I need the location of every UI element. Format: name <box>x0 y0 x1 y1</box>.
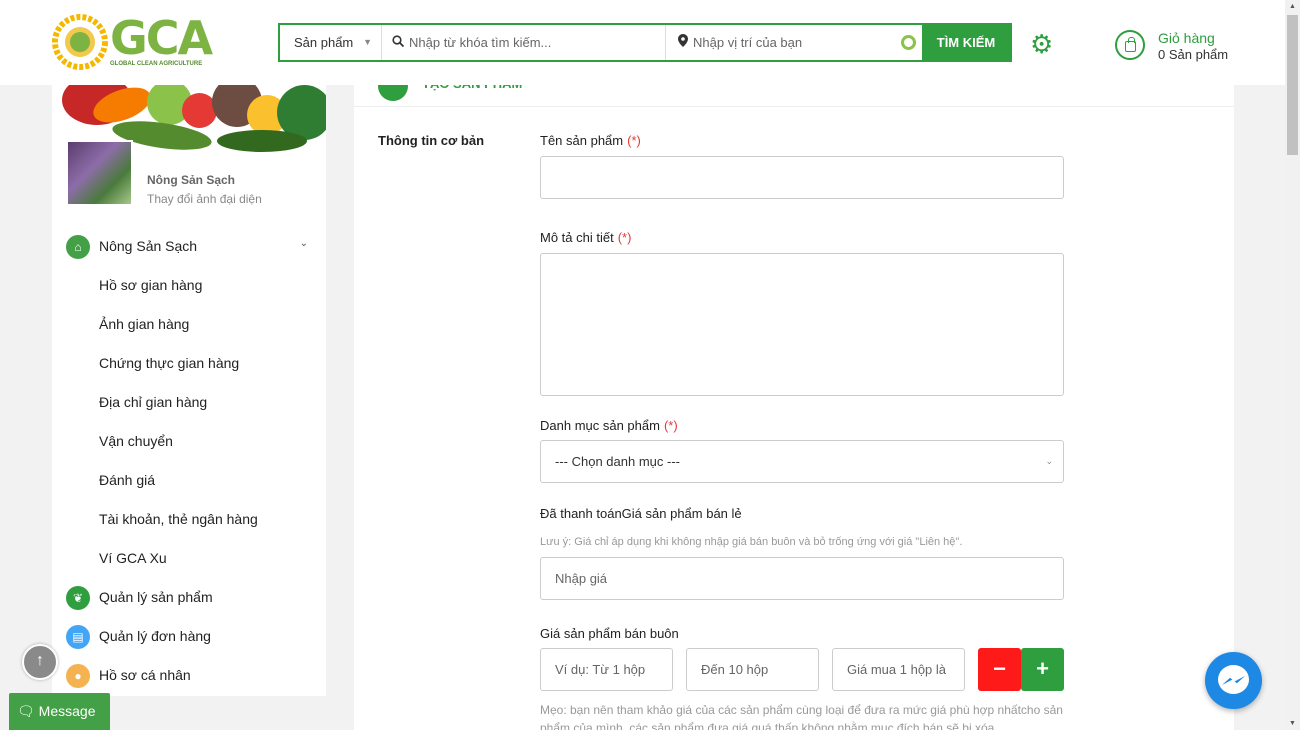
wholesale-from-input[interactable]: Ví dụ: Từ 1 hộp <box>540 648 673 691</box>
sidebar-item-shop-photos[interactable]: Ảnh gian hàng <box>52 305 326 344</box>
retail-price-placeholder: Nhập giá <box>555 571 608 586</box>
sidebar-item-bank-account[interactable]: Tài khoản, thẻ ngân hàng <box>52 500 326 539</box>
sidebar-item-label: Hồ sơ cá nhân <box>99 667 191 683</box>
sidebar-item-orders[interactable]: ▤ Quản lý đơn hàng <box>52 617 326 656</box>
panel-header: TẠO SẢN PHẨM <box>354 71 1234 107</box>
sidebar-item-label: Chứng thực gian hàng <box>99 355 240 371</box>
document-icon: ▤ <box>66 625 90 649</box>
wholesale-price-input[interactable]: Giá mua 1 hộp là <box>832 648 965 691</box>
sidebar-item-label: Hồ sơ gian hàng <box>99 277 203 293</box>
create-product-panel: TẠO SẢN PHẨM Thông tin cơ bản Tên sản ph… <box>354 71 1234 730</box>
message-button[interactable]: 🗨 Message <box>9 693 110 730</box>
product-name-input[interactable] <box>540 156 1064 199</box>
shopping-bag-icon[interactable] <box>1115 30 1145 60</box>
retail-price-input[interactable]: Nhập giá <box>540 557 1064 600</box>
sidebar-item-gca-wallet[interactable]: Ví GCA Xu <box>52 539 326 578</box>
location-placeholder: Nhập vị trí của bạn <box>693 35 803 50</box>
required-mark: (*) <box>617 230 632 245</box>
description-label: Mô tả chi tiết (*) <box>540 230 632 245</box>
wholesale-price-label: Giá sản phẩm bán buôn <box>540 626 679 641</box>
shop-name: Nông Sản Sạch <box>147 173 236 187</box>
sidebar-item-shipping[interactable]: Vận chuyển <box>52 422 326 461</box>
shop-avatar[interactable] <box>66 140 133 206</box>
user-icon: ● <box>66 664 90 688</box>
search-category-select[interactable]: Sản phẩm ▼ <box>280 25 382 60</box>
sidebar: Nông Sản Sạch Thay đổi ảnh đại diện ⌂ Nô… <box>52 85 326 696</box>
sidebar-item-shop[interactable]: ⌂ Nông Sản Sạch ⌄ <box>52 227 326 266</box>
message-button-label: Message <box>38 703 96 719</box>
chevron-down-icon: ▼ <box>363 37 372 47</box>
required-mark: (*) <box>627 133 641 148</box>
category-select-value: --- Chọn danh mục --- <box>555 454 680 469</box>
product-name-label: Tên sản phẩm (*) <box>540 133 641 148</box>
logo[interactable]: GCA GLOBAL CLEAN AGRICULTURE <box>52 12 217 72</box>
sidebar-item-label: Nông Sản Sạch <box>99 238 198 254</box>
pricing-tip: Mẹo: bạn nên tham khảo giá của các sản p… <box>540 703 1063 730</box>
messenger-icon <box>1218 665 1249 694</box>
category-label: Danh mục sản phẩm (*) <box>540 418 678 433</box>
sidebar-item-label: Ví GCA Xu <box>99 550 167 566</box>
search-category-value: Sản phẩm <box>294 35 354 50</box>
logo-subtitle: GLOBAL CLEAN AGRICULTURE <box>110 61 203 67</box>
search-input[interactable]: Nhập từ khóa tìm kiếm... <box>382 25 666 60</box>
search-bar: Sản phẩm ▼ Nhập từ khóa tìm kiếm... Nhập… <box>278 23 1012 62</box>
site-header: GCA GLOBAL CLEAN AGRICULTURE Sản phẩm ▼ … <box>0 0 1285 85</box>
sidebar-item-products[interactable]: ❦ Quản lý sản phẩm <box>52 578 326 617</box>
add-price-row-button[interactable]: + <box>1021 648 1064 691</box>
chevron-down-icon: ⌄ <box>1045 456 1053 466</box>
leaf-icon: ❦ <box>66 586 90 610</box>
sidebar-item-label: Địa chỉ gian hàng <box>99 394 208 410</box>
sidebar-item-label: Ảnh gian hàng <box>99 316 190 332</box>
sidebar-item-label: Đánh giá <box>99 472 156 488</box>
description-textarea[interactable] <box>540 253 1064 396</box>
retail-price-note: Lưu ý: Giá chỉ áp dụng khi không nhập gi… <box>540 536 963 548</box>
sidebar-item-shop-verification[interactable]: Chứng thực gian hàng <box>52 344 326 383</box>
page-scrollbar[interactable]: ▲ ▼ <box>1285 0 1300 730</box>
remove-price-row-button[interactable]: − <box>978 648 1021 691</box>
cart-title[interactable]: Giỏ hàng <box>1158 30 1215 46</box>
cart-count[interactable]: 0 Sản phẩm <box>1158 47 1228 62</box>
change-avatar-link[interactable]: Thay đổi ảnh đại diện <box>147 192 262 206</box>
home-icon: ⌂ <box>66 235 90 259</box>
sidebar-item-shop-profile[interactable]: Hồ sơ gian hàng <box>52 266 326 305</box>
category-select[interactable]: --- Chọn danh mục --- ⌄ <box>540 440 1064 483</box>
logo-text: GCA <box>110 11 213 65</box>
required-mark: (*) <box>663 418 678 433</box>
sidebar-item-label: Quản lý đơn hàng <box>99 628 211 644</box>
location-input[interactable]: Nhập vị trí của bạn <box>666 25 922 60</box>
wheat-wreath-icon <box>52 14 108 70</box>
sidebar-item-label: Vận chuyển <box>99 433 173 449</box>
search-placeholder: Nhập từ khóa tìm kiếm... <box>409 35 552 50</box>
search-icon <box>392 25 405 60</box>
wholesale-to-input[interactable]: Đến 10 hộp <box>686 648 819 691</box>
gear-icon[interactable]: ⚙ <box>1030 31 1053 57</box>
sidebar-item-label: Quản lý sản phẩm <box>99 589 213 605</box>
chat-bubble-icon: 🗨 <box>17 703 35 719</box>
scroll-up-arrow-icon[interactable]: ▲ <box>1289 3 1296 10</box>
gps-target-icon[interactable] <box>901 35 916 50</box>
scroll-to-top-button[interactable]: ↑ <box>22 644 58 680</box>
chevron-down-icon: ⌄ <box>299 238 308 249</box>
sidebar-item-shop-address[interactable]: Địa chỉ gian hàng <box>52 383 326 422</box>
search-button[interactable]: TÌM KIẾM <box>922 25 1010 60</box>
sidebar-item-reviews[interactable]: Đánh giá <box>52 461 326 500</box>
scroll-down-arrow-icon[interactable]: ▼ <box>1289 720 1296 727</box>
section-label: Thông tin cơ bản <box>378 133 485 148</box>
sidebar-item-label: Tài khoản, thẻ ngân hàng <box>99 511 258 527</box>
messenger-chat-button[interactable] <box>1205 652 1262 709</box>
scrollbar-thumb[interactable] <box>1287 15 1298 155</box>
sidebar-item-profile[interactable]: ● Hồ sơ cá nhân <box>52 656 326 695</box>
map-pin-icon <box>678 25 688 60</box>
retail-price-label: Đã thanh toánGiá sản phẩm bán lẻ <box>540 506 742 521</box>
